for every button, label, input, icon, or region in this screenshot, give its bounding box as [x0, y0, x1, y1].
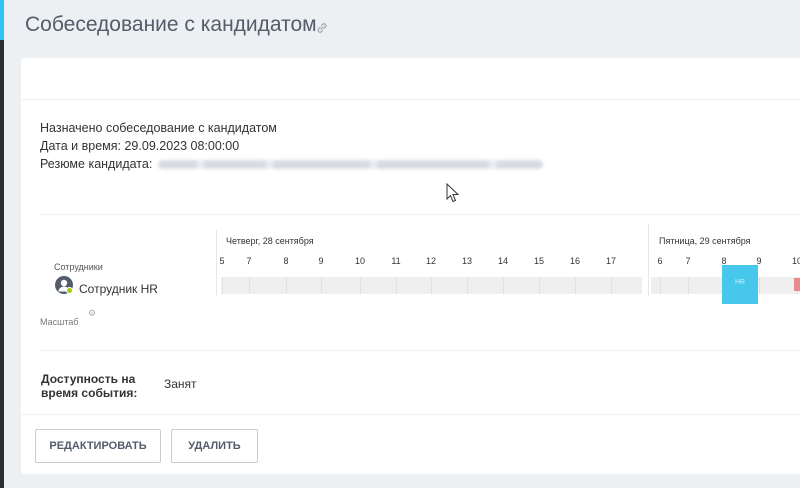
edit-button[interactable]: РЕДАКТИРОВАТЬ: [35, 429, 161, 463]
hour-tick: [286, 277, 287, 294]
day-divider: [648, 224, 649, 296]
hour-tick: [539, 277, 540, 294]
hour-label: 11: [391, 256, 401, 266]
separator-top: [40, 214, 800, 215]
day1-label: Четверг, 28 сентября: [226, 236, 314, 246]
availability-label-line2: время события:: [41, 386, 138, 400]
event-block[interactable]: HR: [722, 265, 758, 304]
timeline-left-border: [216, 230, 217, 296]
datetime-label: Дата и время:: [40, 139, 121, 153]
hour-label: 12: [425, 256, 437, 266]
left-sidebar-strip: [0, 0, 4, 488]
hour-tick: [222, 277, 223, 294]
employees-heading: Сотрудники: [54, 262, 103, 272]
hour-label: 8: [283, 256, 289, 266]
mouse-cursor-icon: [446, 183, 460, 203]
scale-label: Масштаб: [40, 317, 79, 327]
hour-label: 15: [533, 256, 545, 266]
hour-label: 7: [685, 256, 691, 266]
hour-tick: [321, 277, 322, 294]
scale-gear-icon[interactable]: ⚙: [88, 308, 96, 319]
card-header: [21, 58, 800, 100]
availability-label-line1: Доступность на: [41, 372, 136, 386]
employee-name[interactable]: Сотрудник HR: [79, 282, 158, 296]
hour-tick: [467, 277, 468, 294]
delete-button[interactable]: УДАЛИТЬ: [171, 429, 258, 463]
hour-tick: [503, 277, 504, 294]
resume-link-blurred[interactable]: [158, 160, 544, 170]
hour-label: 16: [569, 256, 581, 266]
day1-timeline[interactable]: [221, 277, 642, 294]
hour-label: 17: [605, 256, 617, 266]
hour-label: 6: [657, 256, 663, 266]
availability-value: Занят: [164, 377, 197, 391]
hour-tick: [759, 277, 760, 294]
hour-tick: [249, 277, 250, 294]
hour-label: 14: [497, 256, 509, 266]
separator-bottom: [21, 414, 800, 415]
hour-label: 10: [354, 256, 366, 266]
hour-label: 9: [318, 256, 324, 266]
availability-label: Доступность на время события:: [41, 372, 137, 400]
resume-label: Резюме кандидата:: [40, 157, 153, 171]
event-resume: Резюме кандидата:: [40, 155, 544, 173]
sidebar-accent: [0, 0, 4, 40]
hour-label: 13: [461, 256, 473, 266]
day2-label: Пятница, 29 сентября: [659, 236, 751, 246]
event-info: Назначено собеседование с кандидатом Дат…: [40, 119, 544, 173]
hour-label: 7: [246, 256, 252, 266]
page-title: Собеседование с кандидатом: [25, 13, 317, 36]
link-icon[interactable]: [315, 21, 329, 35]
hour-tick: [688, 277, 689, 294]
separator-middle: [40, 350, 800, 351]
hour-tick: [660, 277, 661, 294]
busy-block[interactable]: [794, 278, 800, 291]
hour-label: 5: [219, 256, 225, 266]
hour-tick: [431, 277, 432, 294]
hour-label: 10: [791, 256, 800, 266]
datetime-value: 29.09.2023 08:00:00: [124, 139, 240, 153]
hour-tick: [575, 277, 576, 294]
event-message: Назначено собеседование с кандидатом: [40, 121, 277, 135]
event-datetime: Дата и время: 29.09.2023 08:00:00: [40, 137, 543, 155]
hour-tick: [396, 277, 397, 294]
hour-tick: [360, 277, 361, 294]
event-block-text: HR: [734, 279, 746, 286]
hour-tick: [611, 277, 612, 294]
employee-avatar-icon: [55, 276, 73, 294]
